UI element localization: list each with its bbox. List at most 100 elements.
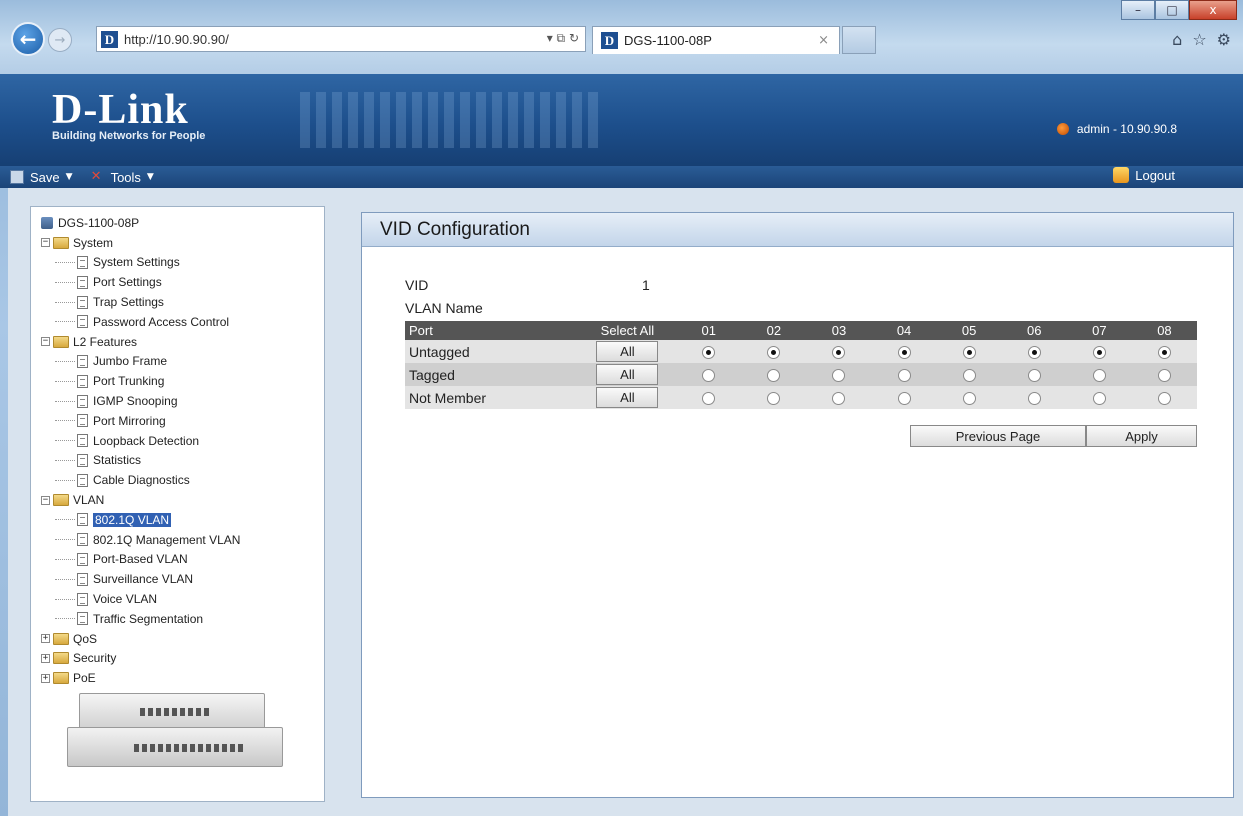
tagged-radio-port-02[interactable] bbox=[767, 369, 781, 383]
back-arrow-icon: ← bbox=[19, 27, 37, 51]
tree-item[interactable]: Voice VLAN bbox=[41, 589, 324, 609]
save-menu-label: Save bbox=[30, 169, 60, 185]
tree-folder-label: Security bbox=[73, 651, 117, 666]
untagged-radio-port-08[interactable] bbox=[1157, 346, 1171, 360]
tree-item-label: Port Mirroring bbox=[93, 413, 166, 428]
not-member-radio-port-08[interactable] bbox=[1157, 392, 1171, 406]
save-floppy-icon bbox=[10, 170, 24, 184]
maximize-button[interactable]: □ bbox=[1155, 0, 1189, 20]
gear-icon[interactable]: ⚙ bbox=[1217, 30, 1231, 49]
address-tools-icons[interactable]: ▾ ⧉ ↻ bbox=[547, 31, 579, 46]
select-all-header: Select All bbox=[578, 321, 677, 340]
tree-item[interactable]: Cable Diagnostics bbox=[41, 470, 324, 490]
tree-item[interactable]: Surveillance VLAN bbox=[41, 569, 324, 589]
page-icon bbox=[77, 473, 88, 487]
port-header-cell: 05 bbox=[936, 321, 1002, 340]
tree-item[interactable]: Loopback Detection bbox=[41, 431, 324, 451]
collapse-icon[interactable]: − bbox=[41, 495, 50, 505]
tree-item[interactable]: 802.1Q Management VLAN bbox=[41, 530, 324, 550]
page-icon bbox=[77, 592, 88, 606]
tagged-radio-port-06[interactable] bbox=[1027, 369, 1041, 383]
tagged-radio-port-07[interactable] bbox=[1092, 369, 1106, 383]
tree-item-label: Traffic Segmentation bbox=[93, 611, 204, 626]
not-member-radio-port-02[interactable] bbox=[767, 392, 781, 406]
tab-close-icon[interactable]: × bbox=[818, 33, 829, 48]
tree-item[interactable]: Port Mirroring bbox=[41, 411, 324, 431]
tree-item[interactable]: System Settings bbox=[41, 253, 324, 273]
tagged-radio-port-04[interactable] bbox=[897, 369, 911, 383]
tree-item[interactable]: Password Access Control bbox=[41, 312, 324, 332]
untagged-radio-port-04[interactable] bbox=[897, 346, 911, 360]
previous-page-button[interactable]: Previous Page bbox=[910, 425, 1086, 447]
tree-folder-qos[interactable]: + QoS bbox=[41, 629, 324, 649]
port-header-cell: 03 bbox=[806, 321, 872, 340]
not-member-radio-port-05[interactable] bbox=[962, 392, 976, 406]
untagged-radio-port-03[interactable] bbox=[832, 346, 846, 360]
apply-button[interactable]: Apply bbox=[1086, 425, 1197, 447]
page-icon bbox=[77, 315, 88, 329]
minimize-button[interactable]: – bbox=[1121, 0, 1155, 20]
back-button[interactable]: ← bbox=[11, 22, 45, 56]
untagged-radio-port-01[interactable] bbox=[702, 346, 716, 360]
logout-button[interactable]: Logout bbox=[1113, 167, 1175, 183]
tree-item[interactable]: Port Trunking bbox=[41, 371, 324, 391]
not-member-radio-port-01[interactable] bbox=[702, 392, 716, 406]
tree-folder-security[interactable]: + Security bbox=[41, 649, 324, 669]
tree-item[interactable]: Port-Based VLAN bbox=[41, 550, 324, 570]
tree-item[interactable]: IGMP Snooping bbox=[41, 391, 324, 411]
not-member-radio-port-06[interactable] bbox=[1027, 392, 1041, 406]
tagged-radio-port-08[interactable] bbox=[1157, 369, 1171, 383]
tree-item[interactable]: Traffic Segmentation bbox=[41, 609, 324, 629]
tagged-radio-port-05[interactable] bbox=[962, 369, 976, 383]
home-icon[interactable]: ⌂ bbox=[1172, 30, 1182, 49]
address-bar[interactable]: D http://10.90.90.90/ ▾ ⧉ ↻ bbox=[96, 26, 586, 52]
page-icon bbox=[77, 394, 88, 408]
dlink-header: D-Link Building Networks for People admi… bbox=[0, 74, 1243, 166]
untagged-radio-port-06[interactable] bbox=[1027, 346, 1041, 360]
tab-title: DGS-1100-08P bbox=[624, 33, 712, 48]
untagged-all-button[interactable]: All bbox=[596, 341, 659, 362]
tree-item[interactable]: Port Settings bbox=[41, 272, 324, 292]
tree-folder-label: VLAN bbox=[73, 493, 105, 508]
not-member-radio-port-04[interactable] bbox=[897, 392, 911, 406]
untagged-radio-port-07[interactable] bbox=[1092, 346, 1106, 360]
browser-tab[interactable]: D DGS-1100-08P × bbox=[592, 26, 840, 54]
tagged-radio-port-01[interactable] bbox=[702, 369, 716, 383]
tree-folder-vlan[interactable]: − VLAN bbox=[41, 490, 324, 510]
untagged-radio-port-05[interactable] bbox=[962, 346, 976, 360]
tagged-radio-port-03[interactable] bbox=[832, 369, 846, 383]
collapse-icon[interactable]: − bbox=[41, 238, 50, 248]
tree-folder-l2-features[interactable]: − L2 Features bbox=[41, 332, 324, 352]
tree-item[interactable]: Trap Settings bbox=[41, 292, 324, 312]
tree-item-selected[interactable]: 802.1Q VLAN bbox=[41, 510, 324, 530]
page-icon bbox=[77, 295, 88, 309]
expand-icon[interactable]: + bbox=[41, 634, 50, 644]
close-button[interactable]: x bbox=[1189, 0, 1237, 20]
collapse-icon[interactable]: − bbox=[41, 337, 50, 347]
untagged-radio-port-02[interactable] bbox=[767, 346, 781, 360]
save-menu[interactable]: Save ▼ bbox=[10, 170, 73, 185]
tree-item[interactable]: Jumbo Frame bbox=[41, 352, 324, 372]
tree-folder-system[interactable]: − System bbox=[41, 233, 324, 253]
star-icon[interactable]: ☆ bbox=[1192, 30, 1206, 49]
tree-item-label: Trap Settings bbox=[93, 295, 164, 310]
tree-item-label: Port Trunking bbox=[93, 374, 165, 389]
tree-item-label: Port Settings bbox=[93, 275, 162, 290]
not-member-radio-port-07[interactable] bbox=[1092, 392, 1106, 406]
switch-product-image bbox=[59, 685, 289, 775]
folder-icon bbox=[53, 672, 69, 685]
forward-button[interactable]: → bbox=[48, 28, 72, 52]
not-member-all-button[interactable]: All bbox=[596, 387, 659, 408]
expand-icon[interactable]: + bbox=[41, 653, 50, 663]
new-tab-button[interactable] bbox=[842, 26, 876, 54]
tree-item[interactable]: Statistics bbox=[41, 451, 324, 471]
tagged-all-button[interactable]: All bbox=[596, 364, 659, 385]
not-member-radio-port-03[interactable] bbox=[832, 392, 846, 406]
caret-down-icon: ▼ bbox=[146, 172, 154, 182]
not-member-row: Not Member All bbox=[405, 386, 1197, 409]
tree-root[interactable]: DGS-1100-08P bbox=[41, 213, 324, 233]
page-icon bbox=[77, 414, 88, 428]
row-label: Not Member bbox=[405, 386, 579, 409]
tools-menu[interactable]: ✕ Tools ▼ bbox=[91, 170, 154, 185]
expand-icon[interactable]: + bbox=[41, 673, 50, 683]
